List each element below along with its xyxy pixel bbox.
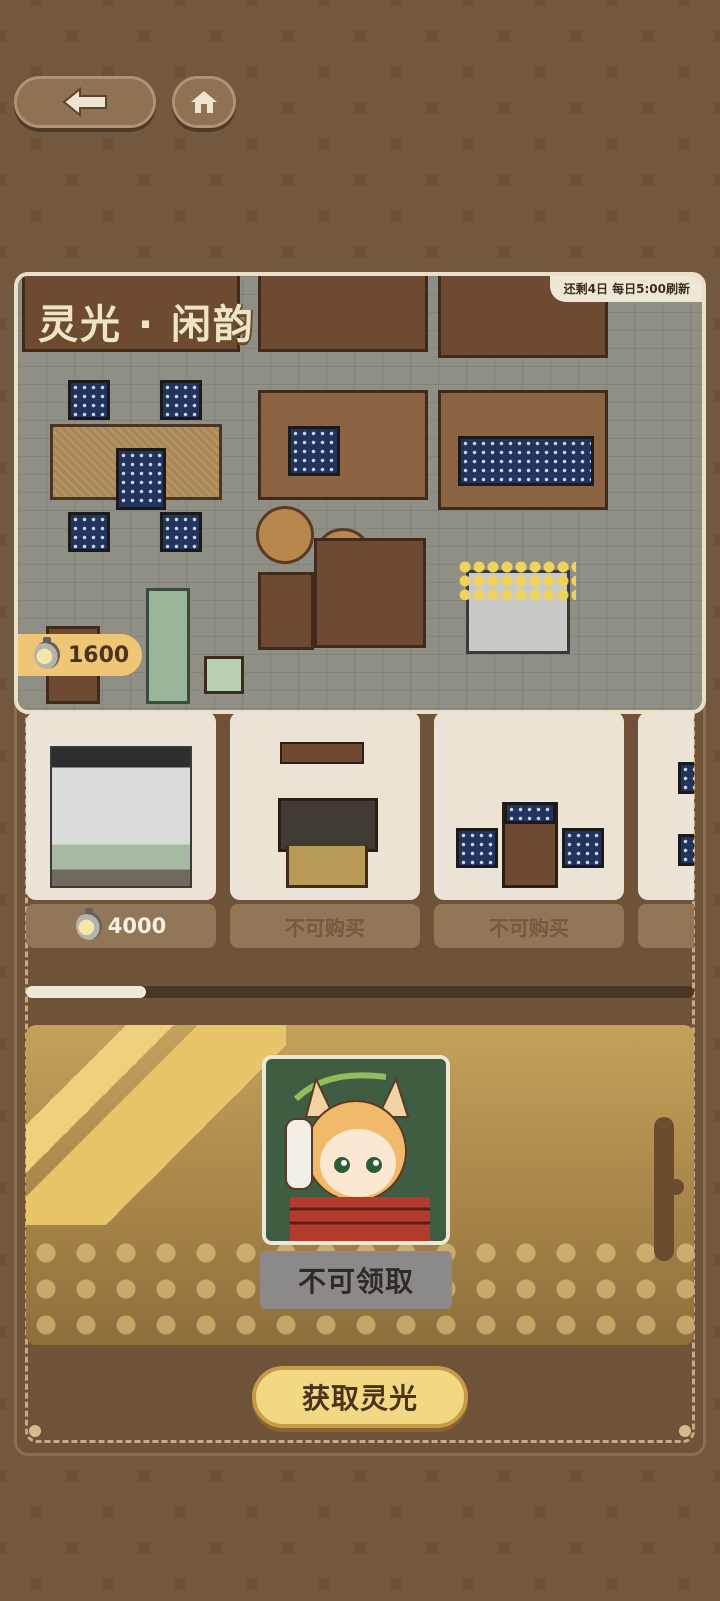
item-price: 不可购买 (489, 915, 569, 940)
theme-banner: 灵光 · 闲韵 还剩4日 每日5:00刷新 1600 (14, 272, 706, 714)
food-counter (258, 390, 428, 500)
shop-item-row[interactable]: 4000 不可购买 不可购买 不 (26, 712, 694, 948)
reward-section: 不可领取 (26, 1025, 694, 1345)
table-cloth (288, 426, 340, 476)
home-button[interactable] (172, 76, 236, 128)
cushion (68, 512, 110, 552)
claim-button[interactable]: 不可领取 (260, 1251, 452, 1309)
table-cloth (458, 436, 594, 486)
food-cabinet (314, 538, 426, 648)
side-scroll-handle[interactable] (654, 1117, 684, 1261)
light-bottle-icon (75, 908, 102, 940)
scrollbar-thumb[interactable] (26, 986, 147, 998)
table-cloth (116, 448, 166, 510)
corner-dot (679, 1425, 691, 1437)
cabinet (258, 276, 428, 352)
shop-item-card[interactable]: 不可购买 (434, 712, 624, 948)
steamer-basket (256, 506, 314, 564)
item-price-button[interactable]: 4000 (26, 904, 216, 948)
back-button[interactable] (14, 76, 156, 128)
lantern-box (204, 656, 244, 694)
flowers (458, 560, 576, 600)
home-icon (191, 91, 217, 113)
stool-image (678, 834, 694, 866)
item-price: 不可购买 (285, 915, 365, 940)
get-light-button[interactable]: 获取灵光 (252, 1366, 468, 1428)
item-image (26, 712, 216, 900)
shop-scrollbar[interactable] (26, 986, 694, 998)
character-avatar-icon (266, 1059, 446, 1241)
currency-amount: 1600 (68, 642, 130, 668)
decorative-stripes (26, 1025, 286, 1225)
stool-image (678, 762, 694, 794)
corner-dot (29, 1425, 41, 1437)
character-portrait (262, 1055, 450, 1245)
item-price-button[interactable]: 不可购买 (230, 904, 420, 948)
cushion (68, 380, 110, 420)
refresh-timer: 还剩4日 每日5:00刷新 (549, 276, 702, 302)
table-cloth-image (504, 802, 556, 824)
landscape-screen-image (50, 746, 192, 888)
tool-rack-image (280, 742, 364, 764)
arrow-left-icon (62, 87, 107, 117)
tool-rack-image (278, 798, 378, 852)
item-image (230, 712, 420, 900)
item-price: 4000 (107, 914, 167, 938)
stool-image (562, 828, 604, 868)
stool-image (456, 828, 498, 868)
item-image (638, 712, 694, 900)
shop-item-card[interactable]: 4000 (26, 712, 216, 948)
light-bottle-icon (34, 637, 60, 669)
item-price-button[interactable]: 不可购买 (434, 904, 624, 948)
banner-title: 灵光 · 闲韵 (38, 302, 256, 348)
shop-item-card[interactable]: 不可购买 (230, 712, 420, 948)
tool-rack-image (286, 846, 368, 888)
stove (258, 572, 314, 650)
item-image (434, 712, 624, 900)
item-price-button[interactable]: 不 (638, 904, 694, 948)
cushion (160, 380, 202, 420)
zither (146, 588, 190, 704)
currency-display: 1600 (18, 634, 142, 676)
cushion (160, 512, 202, 552)
shop-item-card[interactable]: 不 (638, 712, 694, 948)
